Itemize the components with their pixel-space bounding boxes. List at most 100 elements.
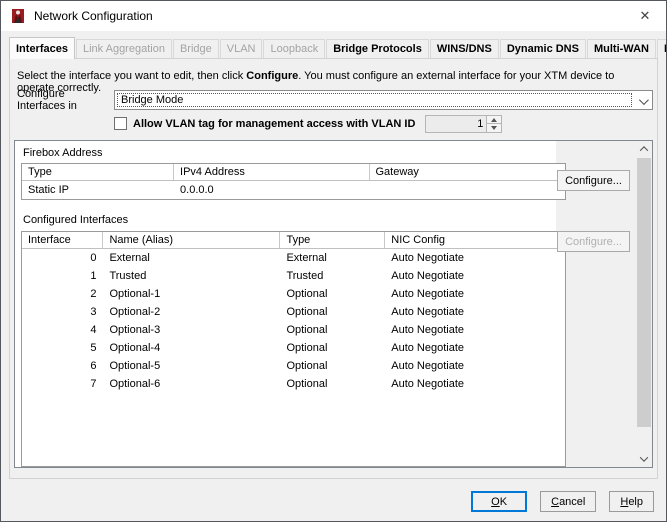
vlan-checkbox-label: Allow VLAN tag for management access wit… <box>133 117 416 130</box>
cell-type: Trusted <box>286 270 324 282</box>
col-header-interface[interactable]: Interface <box>22 232 104 248</box>
chevron-down-icon <box>638 95 649 106</box>
col-header-name[interactable]: Name (Alias) <box>103 232 281 248</box>
cell-nic: Auto Negotiate <box>391 324 465 336</box>
configured-interfaces-title: Configured Interfaces <box>23 214 129 226</box>
cell-interface: 2 <box>90 288 97 300</box>
cell-name: Optional-5 <box>109 360 161 372</box>
cell-name: Optional-6 <box>109 378 161 390</box>
vlan-row: Allow VLAN tag for management access wit… <box>114 114 503 133</box>
spinner-buttons <box>486 115 502 132</box>
interfaces-scroll-panel: Firebox Address Type IPv4 Address Gatewa… <box>14 140 653 468</box>
configured-interfaces-table: Interface Name (Alias) Type NIC Config 0… <box>21 231 566 467</box>
cell-nic: Auto Negotiate <box>391 306 465 318</box>
cell-interface: 4 <box>90 324 97 336</box>
help-button[interactable]: Help <box>609 491 654 512</box>
interface-configure-button: Configure... <box>557 231 630 252</box>
cell-nic: Auto Negotiate <box>391 342 465 354</box>
cell-name: Optional-2 <box>109 306 161 318</box>
cell-ipv4: 0.0.0.0 <box>180 184 214 196</box>
scroll-down-icon[interactable] <box>636 451 652 467</box>
configure-mode-select[interactable]: Bridge Mode <box>114 90 653 110</box>
cell-nic: Auto Negotiate <box>391 288 465 300</box>
tab-link-aggregation: Link Aggregation <box>75 39 172 59</box>
firebox-address-title: Firebox Address <box>23 147 103 159</box>
tab-interfaces[interactable]: Interfaces <box>9 37 75 59</box>
tab-multi-wan[interactable]: Multi-WAN <box>586 39 656 59</box>
cell-type: Optional <box>286 324 328 336</box>
col-header-gateway[interactable]: Gateway <box>370 164 565 180</box>
cell-type: Optional <box>286 342 328 354</box>
instruction-bold: Configure <box>246 70 299 82</box>
vlan-id-spinner[interactable]: 1 <box>425 114 503 133</box>
vlan-id-value: 1 <box>477 117 484 130</box>
firebox-address-table: Type IPv4 Address Gateway Static IP 0.0.… <box>21 163 566 200</box>
cell-type: Optional <box>286 378 328 390</box>
cell-interface: 7 <box>90 378 97 390</box>
cell-interface: 3 <box>90 306 97 318</box>
tab-dynamic-dns[interactable]: Dynamic DNS <box>499 39 586 59</box>
table-row[interactable]: 5 Optional-4 Optional Auto Negotiate <box>22 339 565 357</box>
col-header-ipv4[interactable]: IPv4 Address <box>174 164 370 180</box>
cell-name: Optional-4 <box>109 342 161 354</box>
configure-in-label: Configure Interfaces in <box>17 88 77 112</box>
col-header-type[interactable]: Type <box>280 232 386 248</box>
window-title: Network Configuration <box>34 9 153 23</box>
cancel-button[interactable]: Cancel <box>540 491 597 512</box>
cell-interface: 1 <box>90 270 97 282</box>
app-icon <box>12 9 24 23</box>
tab-link-monitor[interactable]: Link Monitor <box>656 39 666 59</box>
cell-interface: 6 <box>90 360 97 372</box>
col-header-type[interactable]: Type <box>22 164 175 180</box>
ok-button[interactable]: OK <box>471 491 528 512</box>
scroll-up-icon[interactable] <box>636 141 652 157</box>
configure-in-row: Configure Interfaces in Bridge Mode <box>17 88 653 112</box>
cell-type: Optional <box>286 288 328 300</box>
table-row[interactable]: 3 Optional-2 Optional Auto Negotiate <box>22 303 565 321</box>
vertical-scrollbar[interactable] <box>636 141 652 467</box>
tab-vlan: VLAN <box>219 39 263 59</box>
table-row[interactable]: 1 Trusted Trusted Auto Negotiate <box>22 267 565 285</box>
tab-bridge-protocols[interactable]: Bridge Protocols <box>326 39 429 59</box>
interfaces-table-header: Interface Name (Alias) Type NIC Config <box>22 232 565 249</box>
cell-type: Optional <box>286 306 328 318</box>
table-row[interactable]: 7 Optional-6 Optional Auto Negotiate <box>22 375 565 393</box>
cell-name: Optional-3 <box>109 324 161 336</box>
table-row[interactable]: 2 Optional-1 Optional Auto Negotiate <box>22 285 565 303</box>
configure-mode-value: Bridge Mode <box>117 93 632 107</box>
footer-buttons: OK Cancel Help <box>471 491 654 512</box>
network-configuration-dialog: Network Configuration ✕ Interfaces Link … <box>0 0 667 522</box>
cell-nic: Auto Negotiate <box>391 360 465 372</box>
scrollbar-thumb[interactable] <box>637 158 651 427</box>
table-row[interactable]: 6 Optional-5 Optional Auto Negotiate <box>22 357 565 375</box>
firebox-configure-button[interactable]: Configure... <box>557 170 630 191</box>
cell-interface: 5 <box>90 342 97 354</box>
cell-gateway <box>370 181 565 199</box>
cell-interface: 0 <box>90 252 97 264</box>
cell-type: Optional <box>286 360 328 372</box>
tab-wins-dns[interactable]: WINS/DNS <box>429 39 499 59</box>
cell-name: Optional-1 <box>109 288 161 300</box>
interfaces-tab-page: Select the interface you want to edit, t… <box>9 58 658 479</box>
spinner-down-icon[interactable] <box>487 124 502 132</box>
cell-name: Trusted <box>109 270 147 282</box>
title-bar: Network Configuration ✕ <box>1 1 666 31</box>
table-row[interactable]: Static IP 0.0.0.0 <box>22 181 565 199</box>
cell-nic: Auto Negotiate <box>391 378 465 390</box>
col-header-nic[interactable]: NIC Config <box>385 232 565 248</box>
tab-strip: Interfaces Link Aggregation Bridge VLAN … <box>9 37 666 59</box>
cell-nic: Auto Negotiate <box>391 252 465 264</box>
firebox-table-header: Type IPv4 Address Gateway <box>22 164 565 181</box>
table-row[interactable]: 0 External External Auto Negotiate <box>22 249 565 267</box>
tab-loopback: Loopback <box>263 39 326 59</box>
cell-type: Static IP <box>28 184 69 196</box>
cell-type: External <box>286 252 327 264</box>
instruction-pre: Select the interface you want to edit, t… <box>17 70 247 82</box>
vlan-checkbox[interactable] <box>114 117 127 130</box>
spinner-up-icon[interactable] <box>487 115 502 124</box>
close-icon[interactable]: ✕ <box>624 1 666 30</box>
tab-bridge: Bridge <box>172 39 219 59</box>
cell-nic: Auto Negotiate <box>391 270 465 282</box>
table-row[interactable]: 4 Optional-3 Optional Auto Negotiate <box>22 321 565 339</box>
cell-name: External <box>109 252 150 264</box>
